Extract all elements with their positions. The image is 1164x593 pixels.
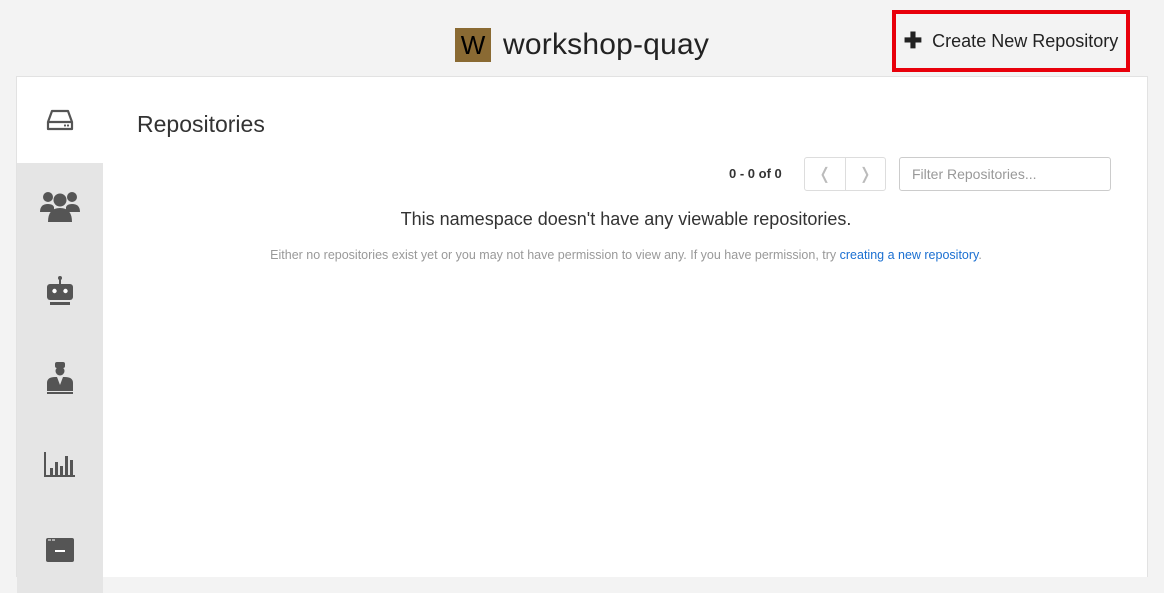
- empty-state-heading: This namespace doesn't have any viewable…: [400, 209, 852, 229]
- sidebar-item-default-permissions[interactable]: [17, 335, 103, 421]
- sidebar: [17, 77, 103, 593]
- repositories-content: Repositories 0 - 0 of 0 ❬ ❭ This namespa…: [103, 77, 1147, 577]
- pagination-count: 0 - 0 of 0: [729, 166, 782, 181]
- hdd-icon: [46, 109, 74, 131]
- create-new-repository-button[interactable]: ✚ Create New Repository: [892, 10, 1130, 72]
- chevron-right-icon: ❭: [858, 166, 872, 183]
- sidebar-item-repositories[interactable]: [17, 77, 103, 163]
- namespace-title: W workshop-quay: [455, 28, 709, 62]
- namespace-name: workshop-quay: [503, 28, 710, 61]
- create-repository-link[interactable]: creating a new repository: [840, 248, 979, 262]
- filter-repositories-input[interactable]: [899, 157, 1111, 191]
- header: W workshop-quay ✚ Create New Repository: [0, 0, 1164, 76]
- namespace-avatar: W: [455, 28, 491, 62]
- plus-icon: ✚: [903, 28, 923, 53]
- empty-state-text: Either no repositories exist yet or you …: [270, 248, 840, 262]
- namespace-panel: Repositories 0 - 0 of 0 ❬ ❭ This namespa…: [16, 76, 1148, 593]
- create-new-repository-label: Create New Repository: [932, 30, 1119, 51]
- bar-chart-icon: [44, 452, 75, 477]
- pagination-controls: ❬ ❭: [804, 157, 886, 191]
- sidebar-item-usage-logs[interactable]: [17, 421, 103, 507]
- previous-page-button[interactable]: ❬: [805, 158, 845, 190]
- sidebar-item-robots[interactable]: [17, 249, 103, 335]
- robot-icon: [47, 276, 73, 305]
- user-admin-icon: [47, 362, 73, 394]
- empty-state-description: Either no repositories exist yet or you …: [103, 248, 1149, 262]
- window-icon: [46, 538, 74, 562]
- sidebar-item-teams[interactable]: [17, 163, 103, 249]
- next-page-button[interactable]: ❭: [844, 158, 886, 190]
- page-title: Repositories: [137, 111, 265, 137]
- sidebar-item-applications[interactable]: [17, 507, 103, 593]
- chevron-left-icon: ❬: [818, 166, 832, 183]
- users-icon: [40, 192, 80, 222]
- empty-state-suffix: .: [978, 248, 982, 262]
